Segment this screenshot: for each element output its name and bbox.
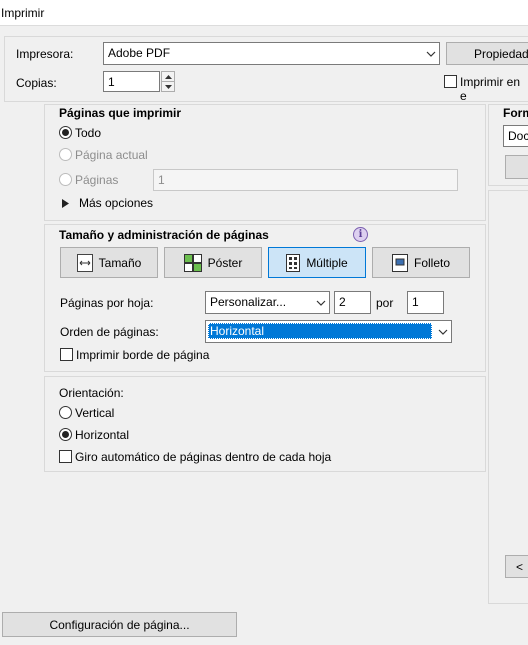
more-options-link[interactable]: Más opciones: [79, 196, 153, 210]
pages-range-label: Páginas: [75, 173, 119, 187]
horizontal-label: Horizontal: [75, 428, 130, 442]
title-bar: Imprimir: [0, 0, 528, 26]
pages-per-sheet-value: Personalizar...: [210, 295, 287, 309]
page-setup-label: Configuración de página...: [49, 617, 190, 632]
pages-per-sheet-select[interactable]: Personalizar...: [205, 291, 330, 314]
copies-label: Copias:: [16, 76, 57, 90]
printer-select-value: Adobe PDF: [108, 46, 171, 60]
tab-booklet-label: Folleto: [413, 255, 451, 270]
print-to-file-checkbox[interactable]: [444, 75, 457, 88]
all-pages-radio[interactable]: [59, 126, 72, 139]
print-to-file-label: Imprimir en e: [460, 75, 521, 103]
page-setup-button[interactable]: Configuración de página...: [2, 612, 237, 637]
print-border-label: Imprimir borde de página: [76, 348, 210, 362]
tab-booklet[interactable]: Folleto: [372, 247, 470, 278]
tab-size-label: Tamaño: [98, 255, 142, 270]
copies-stepper[interactable]: [161, 71, 175, 92]
pages-per-sheet-label: Páginas por hoja:: [60, 296, 154, 310]
comments-select[interactable]: Doc: [503, 125, 528, 147]
size-icon: [76, 253, 93, 272]
tab-size[interactable]: Tamaño: [60, 247, 158, 278]
booklet-icon: [391, 253, 408, 272]
current-page-label: Página actual: [75, 148, 148, 162]
printer-select[interactable]: Adobe PDF: [103, 42, 440, 65]
preview-panel: [488, 190, 528, 604]
columns-value: 2: [339, 295, 346, 309]
pages-range-value: 1: [158, 173, 165, 187]
pages-to-print-title: Páginas que imprimir: [59, 106, 182, 120]
stepper-up-icon[interactable]: [162, 72, 174, 82]
tab-multiple[interactable]: Múltiple: [268, 247, 366, 278]
page-sizing-title: Tamaño y administración de páginas: [59, 228, 269, 242]
orientation-title: Orientación:: [59, 386, 124, 400]
copies-input[interactable]: 1: [103, 71, 160, 92]
horizontal-radio[interactable]: [59, 428, 72, 441]
page-order-select[interactable]: Horizontal: [205, 320, 452, 343]
expand-triangle-icon[interactable]: [62, 197, 69, 211]
info-icon[interactable]: i: [353, 227, 368, 242]
vertical-radio[interactable]: [59, 406, 72, 419]
pages-range-radio[interactable]: [59, 173, 72, 186]
tab-poster[interactable]: Póster: [164, 247, 262, 278]
by-label: por: [376, 296, 394, 310]
copies-value: 1: [108, 75, 115, 89]
poster-icon: [183, 253, 202, 272]
page-order-label: Orden de páginas:: [60, 325, 159, 339]
tab-poster-label: Póster: [207, 255, 243, 270]
window-title: Imprimir: [1, 6, 45, 20]
vertical-label: Vertical: [75, 406, 115, 420]
multiple-icon: [286, 253, 301, 272]
previous-page-button[interactable]: <: [505, 555, 528, 578]
all-pages-label: Todo: [75, 126, 102, 140]
comments-value: Doc: [508, 129, 528, 143]
chevron-down-icon: [312, 292, 329, 313]
properties-button-label: Propiedad: [474, 46, 528, 61]
auto-rotate-label: Giro automático de páginas dentro de cad…: [75, 450, 332, 464]
auto-rotate-checkbox[interactable]: [59, 450, 72, 463]
chevron-down-icon: [434, 321, 451, 342]
columns-input[interactable]: 2: [334, 291, 371, 314]
stepper-down-icon[interactable]: [162, 82, 174, 91]
print-border-checkbox[interactable]: [60, 348, 73, 361]
summarize-button[interactable]: [505, 155, 528, 179]
rows-input[interactable]: 1: [407, 291, 444, 314]
current-page-radio[interactable]: [59, 148, 72, 161]
tab-multiple-label: Múltiple: [306, 255, 348, 270]
printer-label: Impresora:: [16, 47, 74, 61]
comments-title: Form: [503, 106, 528, 120]
page-order-value: Horizontal: [208, 323, 432, 339]
previous-page-label: <: [516, 559, 524, 574]
chevron-down-icon: [422, 43, 439, 64]
rows-value: 1: [412, 295, 419, 309]
properties-button[interactable]: Propiedad: [446, 42, 528, 65]
pages-range-input[interactable]: 1: [153, 169, 458, 191]
